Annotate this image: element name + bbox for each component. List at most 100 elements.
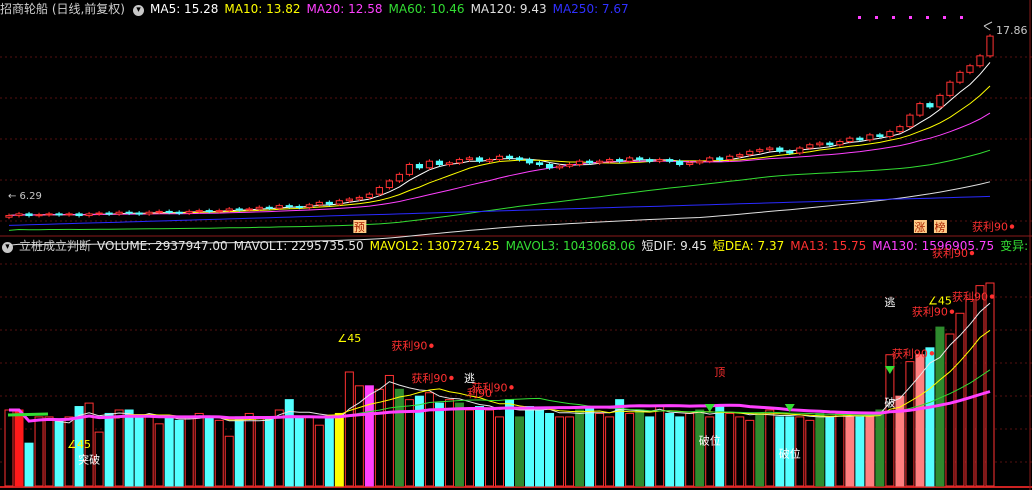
annotation-dot xyxy=(449,375,454,381)
signal-dot xyxy=(892,16,895,19)
volume-bar xyxy=(434,402,444,487)
candle xyxy=(986,35,994,57)
chart-canvas[interactable]: 17.86← 6.29预涨榜获利90获利90获利90利90获利90获利90获利9… xyxy=(0,0,1032,490)
volume-bar xyxy=(234,416,244,487)
volume-bar xyxy=(24,442,34,487)
down-arrow-icon xyxy=(704,404,715,412)
volume-bar xyxy=(144,416,154,487)
candle xyxy=(626,157,634,162)
volume-bar xyxy=(745,419,755,487)
candle xyxy=(5,215,13,218)
annotation-label: 破位 xyxy=(699,433,721,447)
candle xyxy=(616,159,624,162)
volume-bar xyxy=(855,416,865,487)
annotation-label: 逃 xyxy=(464,372,475,385)
volume-bar xyxy=(394,388,404,487)
candle xyxy=(15,213,23,217)
volume-bar xyxy=(164,416,174,487)
candle xyxy=(395,173,404,182)
annotation-label: ∠45 xyxy=(337,332,361,345)
volume-bar xyxy=(705,416,715,487)
volume-bar xyxy=(685,412,695,487)
candle xyxy=(636,157,644,161)
volume-bar xyxy=(424,392,434,487)
volume-bar xyxy=(945,333,955,487)
volume-bar xyxy=(64,416,74,487)
annotation-label: 获利90 xyxy=(892,347,928,360)
candle xyxy=(445,162,454,166)
volume-bar xyxy=(535,409,545,487)
candle xyxy=(876,134,884,138)
volume-bar xyxy=(244,412,254,487)
candle xyxy=(455,159,464,164)
volume-bar xyxy=(464,409,474,487)
volume-bar xyxy=(134,416,144,487)
volume-bar xyxy=(695,409,705,487)
candle xyxy=(365,193,373,198)
candle xyxy=(305,204,313,208)
volume-bar xyxy=(374,388,384,487)
annotation-label: 获利90 xyxy=(912,306,948,319)
candle xyxy=(485,159,494,162)
volume-bar xyxy=(985,282,995,487)
candle xyxy=(325,201,333,205)
volume-bar xyxy=(605,416,615,487)
candle xyxy=(425,160,434,169)
annotation-label: 顶 xyxy=(714,366,725,379)
candle xyxy=(856,137,864,141)
annotation-label: 获利90 xyxy=(972,221,1008,234)
signal-dot xyxy=(943,16,946,19)
annotation-dot xyxy=(949,309,955,314)
candle xyxy=(676,160,684,166)
annotation-dot xyxy=(969,250,975,256)
candle xyxy=(966,65,974,73)
candle xyxy=(846,137,854,142)
volume-bar xyxy=(304,416,314,487)
volume-bar xyxy=(184,416,194,487)
annotation-label: 获利90 xyxy=(411,372,447,385)
candle xyxy=(25,213,33,217)
candle xyxy=(746,150,754,156)
price-high-label: 17.86 xyxy=(996,24,1028,37)
candle xyxy=(766,147,774,151)
candle xyxy=(345,198,353,202)
volume-bar xyxy=(204,416,214,487)
candle xyxy=(65,213,73,216)
annotation-label: 破 xyxy=(884,396,895,410)
annotation-label: 突破 xyxy=(78,452,100,466)
candle xyxy=(796,147,804,154)
volume-bar xyxy=(885,354,895,487)
volume-bar xyxy=(254,416,264,487)
volume-bar xyxy=(525,406,535,487)
volume-bar xyxy=(454,402,464,487)
candle xyxy=(656,159,664,162)
volume-bar xyxy=(194,412,204,487)
candle xyxy=(175,211,183,214)
volume-bar xyxy=(755,412,765,487)
candle xyxy=(776,147,784,152)
candle xyxy=(165,210,173,213)
volume-bar xyxy=(575,409,585,487)
volume-bar xyxy=(765,409,775,487)
candle xyxy=(535,162,544,166)
dif-segment xyxy=(7,412,49,417)
signal-dot xyxy=(875,16,878,19)
candle xyxy=(245,208,253,211)
candle xyxy=(195,210,203,213)
annotation-label: 破位 xyxy=(779,447,801,461)
candle xyxy=(505,155,514,159)
volume-bar xyxy=(314,424,324,487)
candle xyxy=(756,149,764,152)
candle xyxy=(585,160,594,164)
volume-bar xyxy=(825,416,835,487)
annotation-dot xyxy=(429,343,434,348)
volume-bar xyxy=(484,409,494,487)
candle xyxy=(265,206,273,209)
candle xyxy=(706,157,714,162)
candle xyxy=(916,103,924,116)
volume-bar xyxy=(264,416,274,487)
signal-dot xyxy=(960,16,963,19)
annotation-label: 逃 xyxy=(884,296,895,309)
candle xyxy=(125,211,133,214)
candle xyxy=(736,154,744,157)
